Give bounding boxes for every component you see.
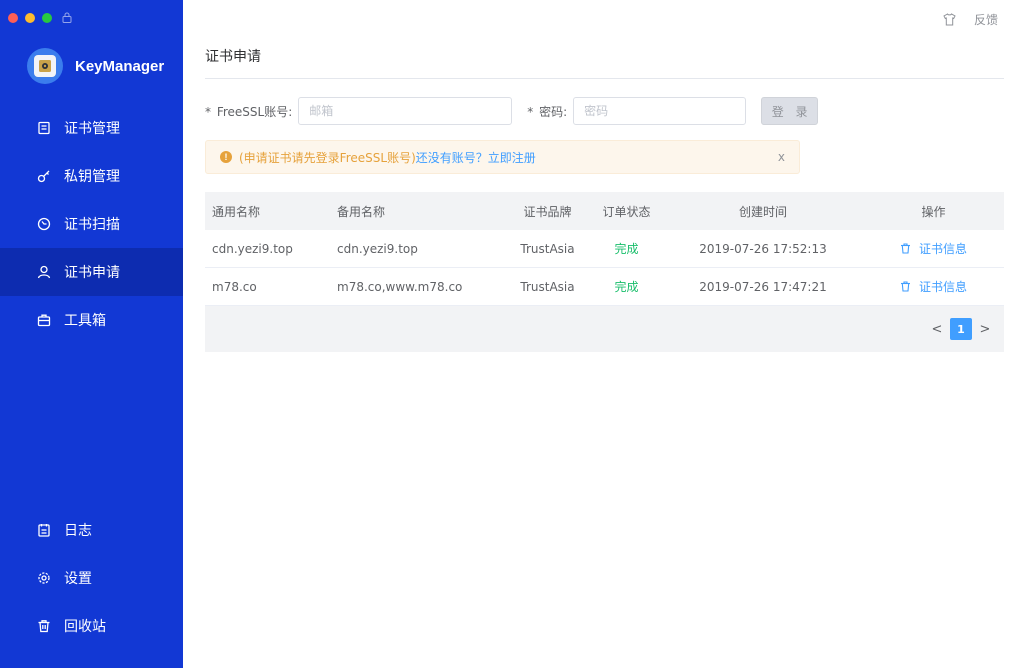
cert-info-button[interactable]: 证书信息 [900,240,967,257]
next-page-button[interactable]: > [974,318,996,340]
shirt-icon[interactable] [943,13,956,26]
sidebar-item-label: 私钥管理 [64,169,120,185]
table-row: cdn.yezi9.top cdn.yezi9.top TrustAsia 完成… [205,230,1004,268]
save-icon [37,121,51,135]
app-logo-icon [27,48,63,84]
toolbox-icon [37,313,51,327]
status-badge: 完成 [614,280,639,294]
sidebar: KeyManager 证书管理 私钥管理 证书扫描 证书申请 工具箱 日志 设置… [0,0,183,668]
password-field[interactable] [573,97,747,125]
topbar: 反馈 [943,11,998,28]
table-row: m78.co m78.co,www.m78.co TrustAsia 完成 20… [205,268,1004,306]
login-button[interactable]: 登 录 [761,97,819,125]
maximize-window-button[interactable] [42,12,52,23]
window-controls [8,12,72,23]
column-header[interactable]: 操作 [863,203,1004,220]
sidebar-item-label: 证书管理 [64,121,120,137]
created-time-cell: 2019-07-26 17:47:21 [699,279,827,294]
action-cell: 证书信息 [863,278,1004,295]
alt-name-cell: cdn.yezi9.top [337,241,418,256]
brand-cell: TrustAsia [520,241,575,256]
trash-icon [900,243,910,254]
page-number-current[interactable]: 1 [950,318,972,340]
sidebar-item-label: 日志 [64,523,92,539]
sidebar-item-cert-apply[interactable]: 证书申请 [0,248,183,296]
email-field[interactable] [298,97,513,125]
common-name-cell: cdn.yezi9.top [212,241,293,256]
password-label-text: 密码 [539,104,564,119]
trash-icon [900,281,910,292]
status-badge: 完成 [614,242,639,256]
cert-info-button[interactable]: 证书信息 [900,278,967,295]
scan-clock-icon [37,217,51,231]
brand-cell: TrustAsia [520,279,575,294]
main-content: 反馈 证书申请 * FreeSSL账号: * 密码: 登 录 ! (申请证书请先… [183,0,1024,668]
cert-info-label: 证书信息 [918,280,967,294]
lock-icon[interactable] [62,12,72,23]
account-label-colon: : [288,104,293,119]
alert-close-button[interactable]: x [778,150,785,164]
sidebar-item-toolbox[interactable]: 工具箱 [0,296,183,344]
minimize-window-button[interactable] [25,12,35,23]
user-icon [37,265,51,279]
gear-icon [37,571,51,585]
password-label: * 密码: [527,103,567,120]
app-window: KeyManager 证书管理 私钥管理 证书扫描 证书申请 工具箱 日志 设置… [0,0,1024,668]
key-icon [37,169,51,183]
pagination: < 1 > [926,318,996,340]
column-header[interactable]: 证书品牌 [505,203,590,220]
register-link[interactable]: 还没有账号？立即注册 [416,149,536,166]
password-label-colon: : [563,104,568,119]
table-header: 通用名称 备用名称 证书品牌 订单状态 创建时间 操作 [205,192,1004,230]
app-name: KeyManager [75,57,165,75]
sidebar-item-key-management[interactable]: 私钥管理 [0,152,183,200]
created-time-cell: 2019-07-26 17:52:13 [699,241,827,256]
sidebar-item-recycle-bin[interactable]: 回收站 [0,602,183,650]
common-name-cell: m78.co [212,279,257,294]
login-form: * FreeSSL账号: * 密码: 登 录 [205,97,819,125]
required-mark: * [205,104,211,119]
table-footer: < 1 > [205,306,1004,352]
action-cell: 证书信息 [863,240,1004,257]
sidebar-item-cert-management[interactable]: 证书管理 [0,104,183,152]
log-icon [37,523,51,537]
alt-name-cell: m78.co,www.m78.co [337,279,463,294]
sidebar-item-label: 证书扫描 [64,217,120,233]
feedback-link[interactable]: 反馈 [974,11,998,28]
sidebar-item-label: 回收站 [64,619,106,635]
sidebar-item-settings[interactable]: 设置 [0,554,183,602]
column-header[interactable]: 创建时间 [663,203,863,220]
column-header[interactable]: 订单状态 [590,203,663,220]
account-label-text: FreeSSL账号 [216,104,289,119]
brand: KeyManager [27,48,164,84]
close-window-button[interactable] [8,12,18,23]
sidebar-item-cert-scan[interactable]: 证书扫描 [0,200,183,248]
prev-page-button[interactable]: < [926,318,948,340]
column-header[interactable]: 备用名称 [330,203,505,220]
required-mark: * [527,104,534,119]
divider [205,78,1004,79]
alert-text: (申请证书请先登录FreeSSL账号) [239,150,416,165]
sidebar-item-log[interactable]: 日志 [0,506,183,554]
warning-alert: ! (申请证书请先登录FreeSSL账号) 还没有账号？立即注册 x [205,140,800,174]
trash-icon [37,619,51,633]
sidebar-item-label: 证书申请 [64,265,120,281]
page-title: 证书申请 [205,49,261,65]
warning-icon: ! [220,151,232,163]
column-header[interactable]: 通用名称 [205,203,330,220]
account-label: * FreeSSL账号: [205,103,292,120]
cert-info-label: 证书信息 [918,242,967,256]
sidebar-item-label: 设置 [64,571,92,587]
sidebar-item-label: 工具箱 [64,313,106,329]
cert-table: 通用名称 备用名称 证书品牌 订单状态 创建时间 操作 cdn.yezi9.to… [205,192,1004,352]
